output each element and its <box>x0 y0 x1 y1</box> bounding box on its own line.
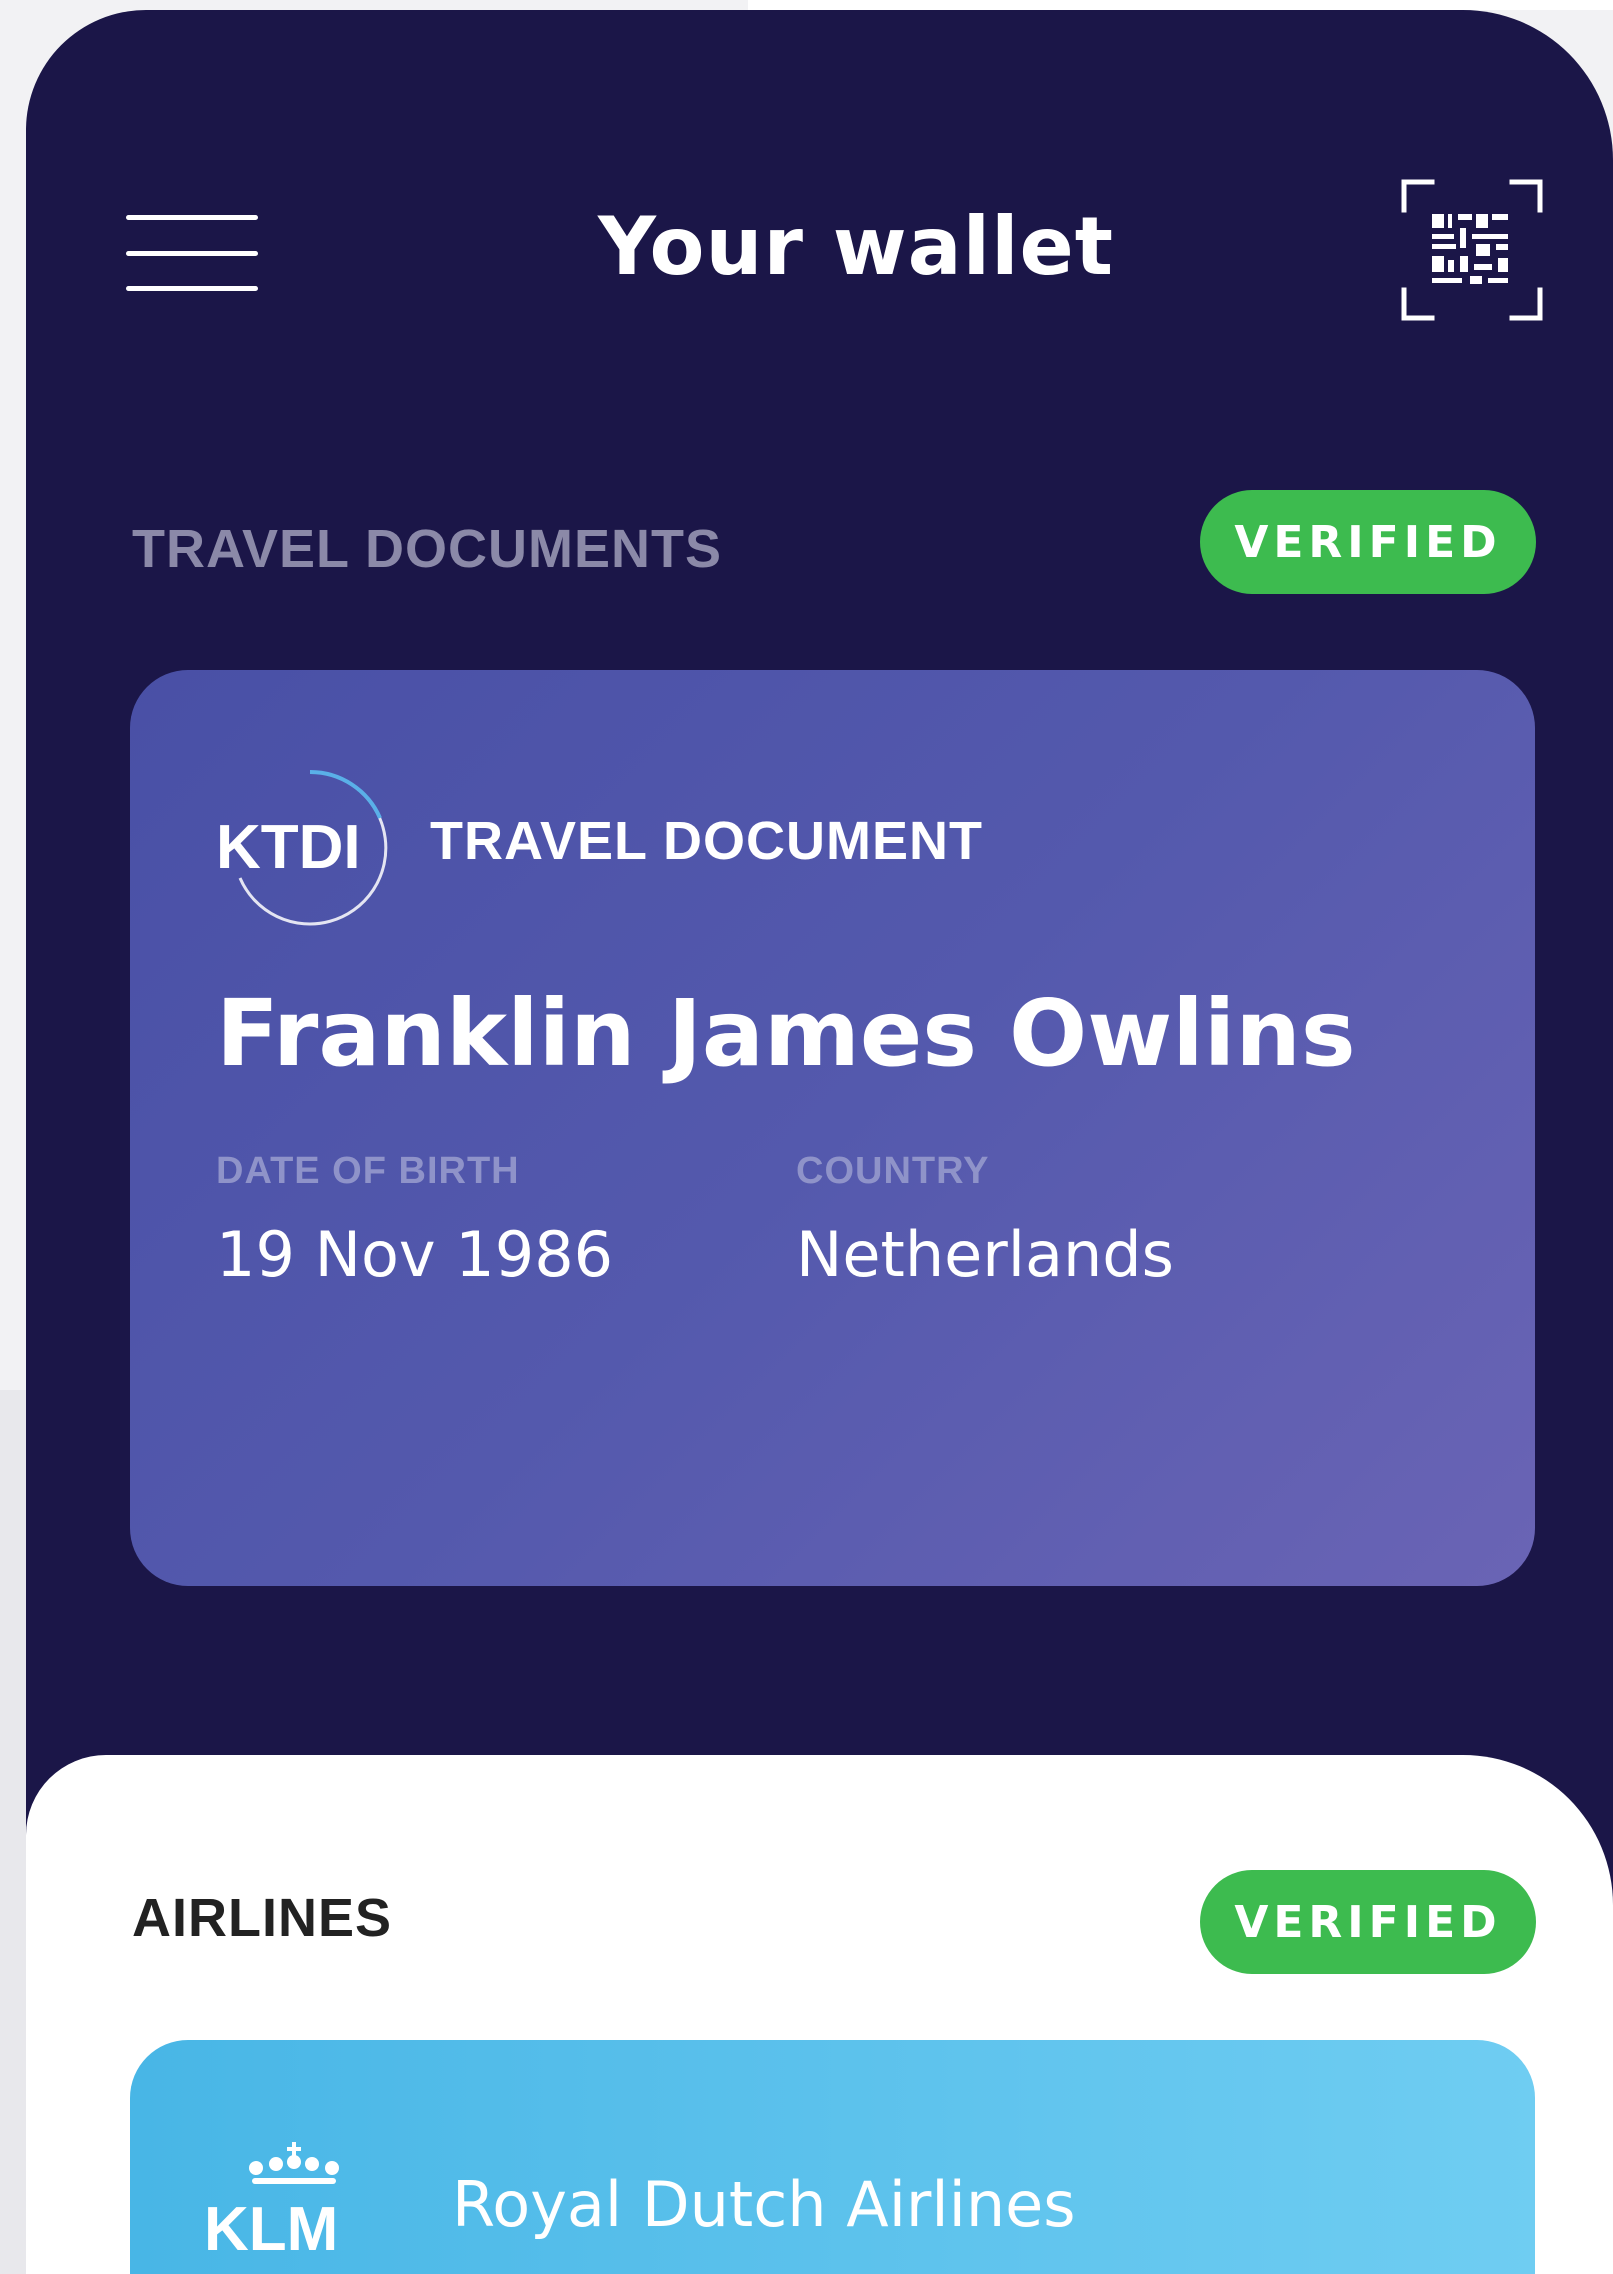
verified-badge: VERIFIED <box>1200 1870 1536 1974</box>
verified-badge: VERIFIED <box>1200 490 1536 594</box>
section-label-travel-documents: TRAVEL DOCUMENTS <box>132 519 723 579</box>
qr-scan-icon[interactable] <box>1400 178 1544 322</box>
hamburger-menu-icon[interactable] <box>126 205 258 301</box>
travel-document-card[interactable]: KTDI TRAVEL DOCUMENT Franklin James Owli… <box>130 670 1535 1586</box>
menu-line <box>126 250 258 256</box>
airline-name: Royal Dutch Airlines <box>452 2168 1076 2241</box>
menu-line <box>126 286 258 291</box>
holder-name: Franklin James Owlins <box>216 980 1356 1087</box>
wallet-screen: Your wallet TRAVEL DOCUMENTS VERIFIED KT… <box>26 10 1613 2274</box>
page-title: Your wallet <box>597 200 1115 293</box>
edge-strip <box>0 1390 26 2274</box>
country-label: COUNTRY <box>796 1150 990 1192</box>
ktdi-logo-text: KTDI <box>216 813 361 882</box>
menu-line <box>126 215 258 220</box>
country-value: Netherlands <box>796 1218 1174 1291</box>
top-edge <box>748 0 1613 10</box>
ktdi-logo: KTDI <box>210 758 410 928</box>
section-label-airlines: AIRLINES <box>132 1888 393 1948</box>
airline-card-klm[interactable]: KLM Royal Dutch Airlines <box>130 2040 1535 2274</box>
klm-logo-text: KLM <box>204 2195 338 2260</box>
klm-logo: KLM <box>204 2140 394 2264</box>
card-type: TRAVEL DOCUMENT <box>430 811 983 871</box>
dob-value: 19 Nov 1986 <box>216 1218 614 1291</box>
dob-label: DATE OF BIRTH <box>216 1150 520 1192</box>
